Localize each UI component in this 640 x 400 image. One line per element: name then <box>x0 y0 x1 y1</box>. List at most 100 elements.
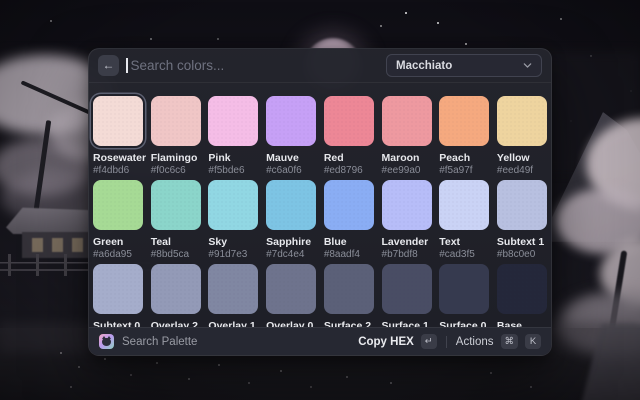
catppuccin-logo-icon <box>99 334 114 349</box>
color-swatch-box <box>324 180 374 230</box>
color-hex: #ed8796 <box>324 165 374 177</box>
search-input[interactable] <box>131 58 380 73</box>
swatch-grid-area: Rosewater #f4dbd6 Flamingo #f0c6c6 Pink … <box>89 83 551 327</box>
color-hex: #8aadf4 <box>324 249 374 261</box>
color-name: Teal <box>151 236 201 248</box>
flavor-dropdown-value: Macchiato <box>396 60 452 72</box>
color-hex: #f5a97f <box>439 165 489 177</box>
color-name: Overlay 0 <box>266 320 316 327</box>
color-name: Flamingo <box>151 152 201 164</box>
color-swatch-box <box>439 96 489 146</box>
color-swatch[interactable]: Teal #8bd5ca <box>151 180 201 261</box>
color-swatch-box <box>439 180 489 230</box>
color-swatch-box <box>151 264 201 314</box>
color-swatch-box <box>324 96 374 146</box>
color-name: Surface 2 <box>324 320 374 327</box>
footer-actions: Copy HEX ↵ Actions ⌘ K <box>358 334 541 349</box>
command-title: Search Palette <box>122 336 197 348</box>
color-swatch-box <box>93 180 143 230</box>
color-name: Text <box>439 236 489 248</box>
color-swatch-box <box>497 264 547 314</box>
color-swatch-box <box>208 180 258 230</box>
color-name: Surface 0 <box>439 320 489 327</box>
color-name: Subtext 1 <box>497 236 547 248</box>
color-hex: #7dc4e4 <box>266 249 316 261</box>
color-name: Maroon <box>382 152 432 164</box>
color-hex: #ee99a0 <box>382 165 432 177</box>
color-swatch[interactable]: Subtext 1 #b8c0e0 <box>497 180 547 261</box>
color-swatch[interactable]: Sky #91d7e3 <box>208 180 258 261</box>
color-swatch-box <box>497 96 547 146</box>
color-swatch-box <box>151 96 201 146</box>
flavor-dropdown[interactable]: Macchiato <box>386 54 542 77</box>
color-swatch[interactable]: Lavender #b7bdf8 <box>382 180 432 261</box>
copy-hex-button[interactable]: Copy HEX <box>358 336 414 348</box>
color-picker-window: ← Macchiato Rosewater #f4dbd6 Flamingo #… <box>88 48 552 356</box>
color-swatch[interactable]: Overlay 2 <box>151 264 201 327</box>
color-swatch[interactable]: Surface 2 <box>324 264 374 327</box>
search-bar: ← Macchiato <box>89 49 551 83</box>
color-hex: #cad3f5 <box>439 249 489 261</box>
color-swatch-box <box>382 264 432 314</box>
color-name: Green <box>93 236 143 248</box>
back-button[interactable]: ← <box>98 55 119 76</box>
color-hex: #c6a0f6 <box>266 165 316 177</box>
color-swatch[interactable]: Blue #8aadf4 <box>324 180 374 261</box>
color-name: Overlay 2 <box>151 320 201 327</box>
color-swatch[interactable]: Surface 0 <box>439 264 489 327</box>
chevron-down-icon <box>523 61 532 70</box>
enter-key-icon: ↵ <box>421 334 437 349</box>
color-name: Sapphire <box>266 236 316 248</box>
color-swatch[interactable]: Overlay 0 <box>266 264 316 327</box>
color-swatch-box <box>93 96 143 146</box>
color-name: Mauve <box>266 152 316 164</box>
color-hex: #f5bde6 <box>208 165 258 177</box>
color-swatch[interactable]: Peach #f5a97f <box>439 96 489 177</box>
color-swatch[interactable]: Mauve #c6a0f6 <box>266 96 316 177</box>
color-swatch-box <box>324 264 374 314</box>
color-swatch[interactable]: Yellow #eed49f <box>497 96 547 177</box>
cat-face-icon <box>102 338 111 346</box>
color-hex: #8bd5ca <box>151 249 201 261</box>
swatch-grid: Rosewater #f4dbd6 Flamingo #f0c6c6 Pink … <box>93 96 547 327</box>
color-name: Subtext 0 <box>93 320 143 327</box>
color-swatch[interactable]: Sapphire #7dc4e4 <box>266 180 316 261</box>
actions-button[interactable]: Actions <box>456 336 494 348</box>
color-swatch-box <box>382 180 432 230</box>
color-swatch[interactable]: Red #ed8796 <box>324 96 374 177</box>
color-name: Surface 1 <box>382 320 432 327</box>
color-name: Red <box>324 152 374 164</box>
footer-divider <box>446 336 447 348</box>
color-swatch-box <box>151 180 201 230</box>
color-name: Sky <box>208 236 258 248</box>
color-swatch[interactable]: Base <box>497 264 547 327</box>
color-swatch-box <box>439 264 489 314</box>
color-name: Pink <box>208 152 258 164</box>
color-name: Yellow <box>497 152 547 164</box>
color-swatch[interactable]: Pink #f5bde6 <box>208 96 258 177</box>
color-swatch[interactable]: Surface 1 <box>382 264 432 327</box>
color-swatch-box <box>382 96 432 146</box>
color-swatch-box <box>208 264 258 314</box>
back-arrow-icon: ← <box>103 55 115 76</box>
color-hex: #a6da95 <box>93 249 143 261</box>
color-name: Base <box>497 320 547 327</box>
color-swatch-box <box>266 96 316 146</box>
color-swatch[interactable]: Flamingo #f0c6c6 <box>151 96 201 177</box>
color-name: Overlay 1 <box>208 320 258 327</box>
color-swatch[interactable]: Text #cad3f5 <box>439 180 489 261</box>
color-name: Peach <box>439 152 489 164</box>
color-swatch[interactable]: Overlay 1 <box>208 264 258 327</box>
color-swatch[interactable]: Green #a6da95 <box>93 180 143 261</box>
text-cursor <box>126 58 128 73</box>
color-swatch-box <box>208 96 258 146</box>
color-swatch[interactable]: Maroon #ee99a0 <box>382 96 432 177</box>
color-hex: #b7bdf8 <box>382 249 432 261</box>
action-bar: Search Palette Copy HEX ↵ Actions ⌘ K <box>89 327 551 355</box>
color-hex: #b8c0e0 <box>497 249 547 261</box>
color-swatch-box <box>497 180 547 230</box>
color-swatch[interactable]: Subtext 0 <box>93 264 143 327</box>
color-hex: #eed49f <box>497 165 547 177</box>
color-swatch[interactable]: Rosewater #f4dbd6 <box>93 96 143 177</box>
color-name: Rosewater <box>93 152 143 164</box>
